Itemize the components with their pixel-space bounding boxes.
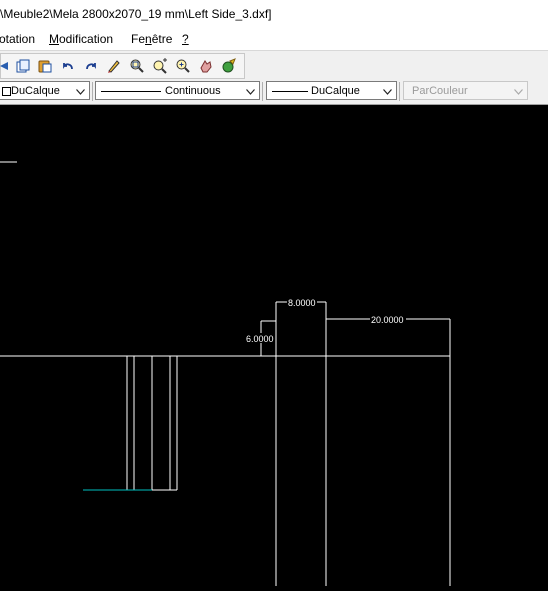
- linetype-select[interactable]: Continuous: [95, 81, 260, 100]
- drawing-canvas[interactable]: 8.0000 20.0000 6.0000: [0, 105, 548, 586]
- toolbar-separator: [262, 82, 263, 101]
- title-bar: \Meuble2\Mela 2800x2070_19 mm\Left Side_…: [0, 0, 548, 28]
- plotstyle-select[interactable]: ParCouleur: [403, 81, 528, 100]
- lineweight-select[interactable]: DuCalque: [266, 81, 397, 100]
- lineweight-value: DuCalque: [311, 85, 360, 97]
- menu-annotation[interactable]: otation: [0, 28, 35, 50]
- dimension-label-top: 8.0000: [288, 298, 316, 308]
- copy-icon[interactable]: [14, 57, 32, 75]
- linetype-value: Continuous: [165, 85, 221, 97]
- toolbar-panel: [0, 53, 245, 79]
- menu-help[interactable]: ?: [182, 28, 189, 50]
- layer-select[interactable]: DuCalque: [0, 81, 90, 100]
- properties-bar: DuCalque Continuous DuCalque ParCouleur: [0, 79, 548, 105]
- zoom-realtime-icon[interactable]: [151, 57, 169, 75]
- layer-value: DuCalque: [11, 85, 60, 97]
- dimension-label-height: 6.0000: [246, 334, 274, 344]
- standard-toolbar: [0, 50, 548, 80]
- chevron-down-icon[interactable]: [381, 82, 393, 99]
- lineweight-preview: [272, 91, 308, 92]
- pan-realtime-icon[interactable]: [197, 57, 215, 75]
- menu-modification[interactable]: Modification: [49, 28, 113, 50]
- undo-icon[interactable]: [59, 57, 77, 75]
- paste-icon[interactable]: [36, 57, 54, 75]
- linetype-preview: [101, 91, 161, 92]
- layer-color-swatch: [2, 87, 11, 96]
- plotstyle-value: ParCouleur: [412, 85, 468, 97]
- dimension-label-right: 20.0000: [371, 315, 404, 325]
- chevron-down-icon[interactable]: [512, 82, 524, 99]
- chevron-down-icon[interactable]: [74, 82, 86, 99]
- match-properties-icon[interactable]: [105, 57, 123, 75]
- zoom-extents-icon[interactable]: [174, 57, 192, 75]
- window-title: \Meuble2\Mela 2800x2070_19 mm\Left Side_…: [0, 7, 272, 21]
- pan-icon[interactable]: [0, 57, 13, 75]
- menu-bar: otation Modification Fenêtre ?: [0, 28, 548, 50]
- toolbar-separator: [92, 82, 93, 101]
- redo-icon[interactable]: [82, 57, 100, 75]
- zoom-window-icon[interactable]: [128, 57, 146, 75]
- chevron-down-icon[interactable]: [244, 82, 256, 99]
- drawing-geometry: [0, 161, 451, 586]
- toolbar-separator: [399, 82, 400, 101]
- render-icon[interactable]: [220, 57, 238, 75]
- menu-fenetre[interactable]: Fenêtre: [131, 28, 172, 50]
- drawing-viewport[interactable]: 8.0000 20.0000 6.0000: [0, 105, 548, 586]
